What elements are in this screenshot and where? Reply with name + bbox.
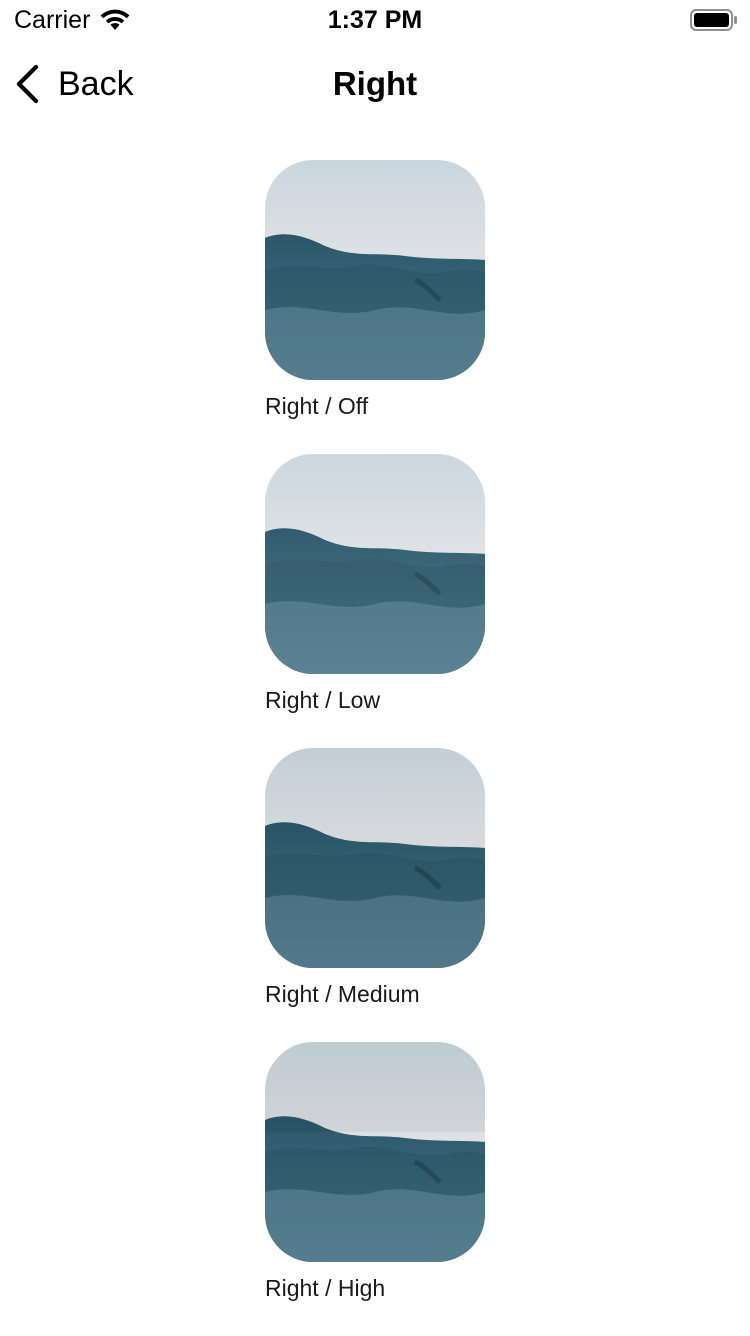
image-caption: Right / High xyxy=(265,1275,386,1301)
ocean-image xyxy=(265,454,485,674)
battery-icon xyxy=(690,9,737,31)
image-caption: Right / Medium xyxy=(265,981,420,1007)
ocean-image xyxy=(265,1042,485,1262)
navigation-bar: Back Right xyxy=(0,40,750,128)
image-caption: Right / Low xyxy=(265,687,381,713)
clock: 1:37 PM xyxy=(327,6,423,34)
list-item: Right / Medium xyxy=(265,748,565,1042)
page-title: Right xyxy=(332,65,418,102)
image-list: Right / Off Right / Low Right / Medium R… xyxy=(265,160,565,1336)
status-bar: Carrier 1:37 PM xyxy=(0,0,750,40)
list-item: Right / Off xyxy=(265,160,565,454)
ocean-image xyxy=(265,160,485,380)
ocean-image xyxy=(265,748,485,968)
list-item: Right / High xyxy=(265,1042,565,1336)
image-caption: Right / Off xyxy=(265,393,369,419)
list-item: Right / Low xyxy=(265,454,565,748)
